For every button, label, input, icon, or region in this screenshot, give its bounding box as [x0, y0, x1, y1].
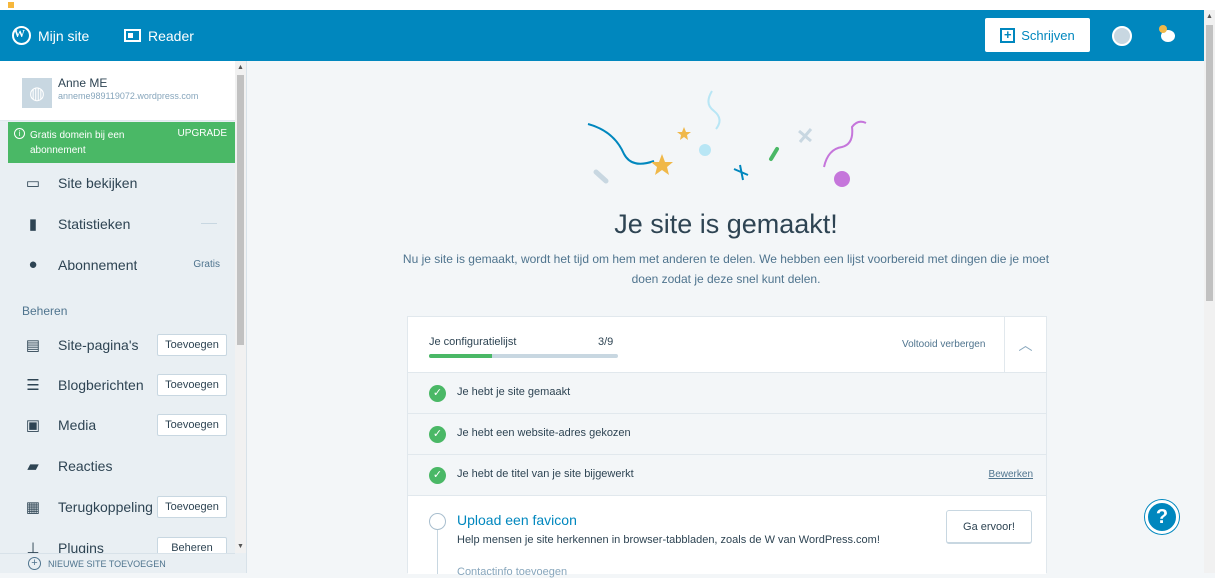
site-card[interactable]: ◍ Anne ME anneme989119072.wordpress.com: [0, 61, 235, 121]
sidebar-item-label: Abonnement: [58, 256, 138, 273]
go-for-it-button[interactable]: Ga ervoor!: [946, 510, 1032, 544]
reader-link[interactable]: Reader: [124, 10, 194, 61]
checklist-task-open: Upload een favicon Help mensen je site h…: [408, 496, 1046, 578]
scroll-up-arrow-icon[interactable]: ▲: [237, 64, 244, 71]
sidebar: ◍ Anne ME anneme989119072.wordpress.com …: [0, 61, 247, 573]
checklist-task-done[interactable]: ✓ Je hebt de titel van je site bijgewerk…: [408, 455, 1046, 496]
main-content: Je site is gemaakt! Nu je site is gemaak…: [248, 61, 1204, 578]
task-label: Je hebt de titel van je site bijgewerkt: [457, 468, 634, 480]
checklist-progress-bar: [429, 354, 618, 358]
scroll-up-arrow-icon[interactable]: ▲: [1206, 13, 1213, 20]
chevron-up-icon[interactable]: ︿: [1004, 317, 1046, 373]
feedback-icon: ▦: [25, 498, 41, 516]
checkmark-icon: ✓: [429, 426, 446, 443]
checklist-header: Je configuratielijst 3/9 Voltooid verber…: [408, 317, 1046, 373]
site-globe-icon: ◍: [22, 78, 52, 108]
sidebar-item-stats[interactable]: ▮ Statistieken: [0, 203, 235, 244]
computer-icon: ▭: [25, 174, 41, 192]
upgrade-text: Gratis domein bij een abonnement: [30, 130, 125, 156]
info-icon: i: [14, 128, 25, 139]
sidebar-item-feedback[interactable]: ▦ Terugkoppeling Toevoegen: [0, 486, 235, 527]
comments-icon: ▰: [27, 457, 39, 475]
sidebar-item-plan[interactable]: ● Abonnement Gratis: [0, 244, 235, 285]
add-new-site-label: NIEUWE SITE TOEVOEGEN: [48, 558, 166, 569]
sidebar-scrollbar[interactable]: ▲ ▼: [235, 61, 246, 553]
hide-completed-toggle[interactable]: Voltooid verbergen: [902, 339, 985, 350]
write-icon: +: [1000, 27, 1016, 43]
site-url: anneme989119072.wordpress.com: [58, 91, 199, 101]
task-label: Je hebt een website-adres gekozen: [457, 427, 631, 439]
sidebar-item-pages[interactable]: ▤ Site-pagina's Toevoegen: [0, 324, 235, 365]
sidebar-scrollbar-thumb[interactable]: [237, 75, 244, 345]
wordpress-logo-icon: W: [12, 26, 31, 45]
my-site-link[interactable]: W Mijn site: [12, 10, 89, 61]
task-connector: [437, 530, 438, 574]
page-title: Je site is gemaakt!: [614, 209, 838, 239]
scroll-down-arrow-icon[interactable]: ▼: [237, 543, 244, 550]
notification-dot: [1159, 25, 1167, 33]
upgrade-action[interactable]: UPGRADE: [178, 128, 227, 139]
sidebar-item-comments[interactable]: ▰ Reacties: [0, 445, 235, 486]
checklist-progress-fill: [429, 354, 492, 358]
site-name: Anne ME: [58, 76, 108, 90]
add-new-site-link[interactable]: + NIEUWE SITE TOEVOEGEN: [0, 553, 235, 573]
add-page-button[interactable]: Toevoegen: [157, 333, 227, 356]
edit-title-link[interactable]: Bewerken: [989, 469, 1033, 480]
manage-heading: Beheren: [22, 304, 68, 318]
confetti-illustration: [587, 90, 867, 187]
add-post-button[interactable]: Toevoegen: [157, 373, 227, 396]
setup-checklist: Je configuratielijst 3/9 Voltooid verber…: [407, 316, 1047, 578]
sidebar-item-label: Media: [58, 416, 97, 433]
checklist-count: 3/9: [598, 336, 614, 348]
page-scrollbar[interactable]: ▲: [1204, 10, 1215, 573]
open-task-description: Help mensen je site herkennen in browser…: [457, 534, 880, 546]
page-scrollbar-thumb[interactable]: [1206, 25, 1213, 301]
upgrade-nudge[interactable]: i Gratis domein bij een abonnement UPGRA…: [8, 122, 235, 163]
reader-icon: [124, 29, 141, 42]
checklist-task-done[interactable]: ✓ Je hebt een website-adres gekozen: [408, 414, 1046, 455]
my-site-label: Mijn site: [38, 27, 90, 44]
sidebar-item-label: Statistieken: [58, 215, 131, 232]
notifications-icon[interactable]: [1157, 25, 1179, 47]
task-label: Je hebt je site gemaakt: [457, 386, 571, 398]
stats-sparkline: [201, 223, 217, 224]
add-feedback-button[interactable]: Toevoegen: [157, 495, 227, 518]
write-label: Schrijven: [1021, 27, 1075, 43]
plus-icon: +: [28, 557, 41, 570]
sidebar-item-media[interactable]: ▣ Media Toevoegen: [0, 404, 235, 445]
checklist-task-done[interactable]: ✓ Je hebt je site gemaakt: [408, 373, 1046, 414]
open-task-title[interactable]: Upload een favicon: [457, 512, 577, 528]
user-avatar[interactable]: [1112, 26, 1132, 46]
posts-icon: ☰: [26, 376, 40, 394]
sidebar-item-label: Blogberichten: [58, 376, 144, 393]
checklist-title: Je configuratielijst: [429, 336, 517, 348]
sidebar-item-posts[interactable]: ☰ Blogberichten Toevoegen: [0, 364, 235, 405]
apps-icon[interactable]: [8, 2, 14, 8]
sidebar-item-label: Reacties: [58, 457, 113, 474]
sidebar-item-label: Terugkoppeling: [58, 498, 153, 515]
reader-label: Reader: [148, 27, 194, 44]
sidebar-item-label: Site-pagina's: [58, 336, 139, 353]
media-icon: ▣: [25, 416, 41, 434]
stats-bars-icon: ▮: [28, 215, 38, 233]
page-subtitle: Nu je site is gemaakt, wordt het tijd om…: [402, 252, 1050, 286]
masterbar: W Mijn site Reader + Schrijven: [0, 10, 1204, 61]
write-button[interactable]: + Schrijven: [985, 18, 1090, 52]
pages-icon: ▤: [25, 336, 41, 354]
plan-bolt-icon: ●: [28, 256, 38, 273]
checkmark-icon: ✓: [429, 467, 446, 484]
next-task-label: Contactinfo toevoegen: [457, 566, 568, 578]
sidebar-item-label: Site bekijken: [58, 174, 138, 191]
help-question-icon[interactable]: ?: [1145, 500, 1179, 534]
incomplete-circle-icon: [429, 513, 446, 530]
sidebar-item-view-site[interactable]: ▭ Site bekijken: [0, 162, 235, 203]
checkmark-icon: ✓: [429, 385, 446, 402]
bookmarks-bar: [0, 0, 1215, 10]
add-media-button[interactable]: Toevoegen: [157, 413, 227, 436]
plan-value: Gratis: [193, 259, 220, 270]
